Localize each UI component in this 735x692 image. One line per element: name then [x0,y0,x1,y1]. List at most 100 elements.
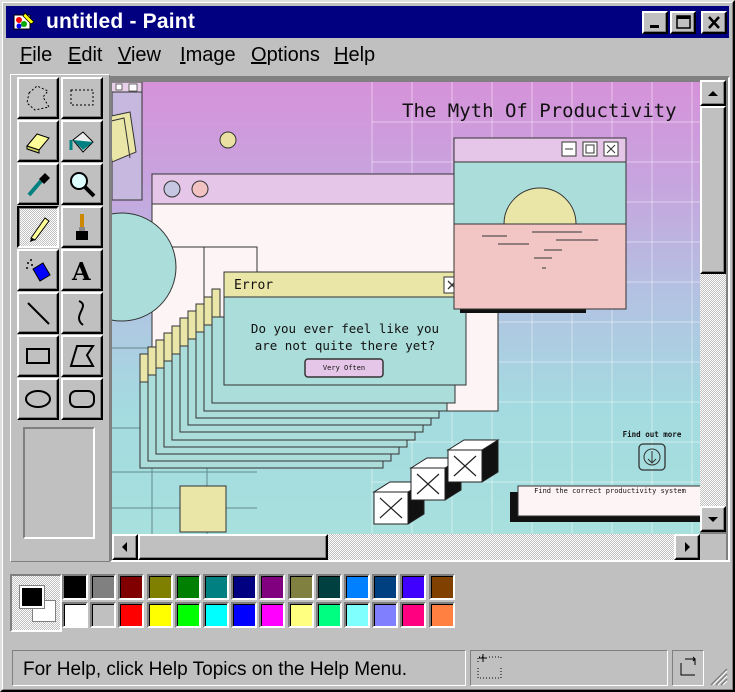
palette-swatch[interactable] [203,602,229,628]
palette-swatch[interactable] [372,602,399,628]
palette-swatch[interactable] [315,574,342,600]
palette-swatch[interactable] [344,602,370,628]
status-bar: For Help, click Help Topics on the Help … [8,646,730,688]
window-title: untitled - Paint [46,10,196,33]
text-tool[interactable]: A [61,249,103,291]
palette-swatch[interactable] [287,602,314,628]
find-out-more-label: Find out more [622,430,682,439]
polygon-tool[interactable] [61,335,103,377]
status-help-cell: For Help, click Help Topics on the Help … [12,650,466,686]
pick-color-tool[interactable] [17,163,59,205]
scroll-left-button[interactable] [112,534,138,560]
color-palette [8,568,730,636]
selection-size-icon [680,656,696,676]
palette-swatch[interactable] [62,574,88,600]
arrow-down-icon [708,517,718,522]
paint-bucket-icon [69,131,94,153]
curve-icon [78,300,84,326]
palette-swatch[interactable] [428,574,455,600]
rectangle-tool[interactable] [17,335,59,377]
current-colors-indicator[interactable] [10,574,62,632]
airbrush-icon [26,259,51,282]
fill-tool[interactable] [61,120,103,162]
error-dialog-message: Do you ever feel like you are not quite … [250,321,440,353]
palette-swatch[interactable] [231,602,258,628]
palette-swatch[interactable] [118,574,145,600]
horizontal-scroll-thumb[interactable] [138,534,328,560]
select-tool[interactable] [61,77,103,119]
scrollbar-corner [700,534,726,560]
palette-swatch[interactable] [428,602,455,628]
brush-icon [76,214,88,240]
palette-swatch[interactable] [174,602,201,628]
arrow-left-icon [122,542,127,552]
status-position-cell [470,650,668,686]
palette-swatch[interactable] [344,574,370,600]
paint-window: untitled - Paint File Edit View Image Op… [0,0,735,692]
eyedropper-icon [27,173,50,197]
eraser-icon [26,133,50,154]
palette-swatch[interactable] [259,602,286,628]
menu-image[interactable]: Image [180,44,236,67]
palette-swatch[interactable] [146,602,173,628]
svg-text:A: A [71,257,91,285]
cursor-position-icon [477,654,502,679]
pencil-icon [30,217,50,242]
palette-swatch[interactable] [118,602,145,628]
palette-swatch[interactable] [372,574,399,600]
maximize-icon [676,15,691,29]
palette-swatch[interactable] [315,602,342,628]
arrow-right-icon [685,542,690,552]
menu-edit[interactable]: Edit [68,44,102,67]
curve-tool[interactable] [61,292,103,334]
pencil-tool[interactable] [17,206,59,248]
brush-tool[interactable] [61,206,103,248]
palette-swatch[interactable] [146,574,173,600]
airbrush-tool[interactable] [17,249,59,291]
scroll-down-button[interactable] [700,506,726,532]
palette-swatch[interactable] [90,602,117,628]
palette-swatch[interactable] [400,574,427,600]
scroll-up-button[interactable] [700,80,726,106]
palette-swatch[interactable] [287,574,314,600]
text-icon: A [71,257,91,285]
palette-swatch[interactable] [259,574,286,600]
rectangle-icon [26,348,50,364]
close-icon [708,16,720,29]
error-dialog-button-label: Very Often [322,364,366,372]
minimize-button[interactable] [642,11,668,34]
menu-view[interactable]: View [118,44,161,67]
resize-grip-icon[interactable] [706,664,728,686]
minimize-icon [650,25,659,28]
drawing-canvas[interactable]: The Myth Of Productivity Error Do you ev… [112,82,700,536]
status-size-cell [672,650,704,686]
tool-options-panel[interactable] [23,427,95,539]
find-system-label: Find the correct productivity system [534,487,686,495]
title-bar[interactable]: untitled - Paint [6,6,729,38]
menu-bar: File Edit View Image Options Help [6,40,729,72]
maximize-button[interactable] [670,11,696,34]
ellipse-tool[interactable] [17,378,59,420]
palette-swatch[interactable] [90,574,117,600]
vertical-scrollbar[interactable] [700,80,726,532]
artwork-illustration [112,82,700,536]
vertical-scroll-thumb[interactable] [700,106,726,274]
menu-help[interactable]: Help [334,44,375,67]
palette-swatch[interactable] [174,574,201,600]
rounded-rectangle-icon [69,390,95,408]
palette-swatch[interactable] [62,602,88,628]
palette-swatch[interactable] [203,574,229,600]
menu-options[interactable]: Options [251,44,320,67]
palette-swatch[interactable] [231,574,258,600]
scroll-right-button[interactable] [674,534,700,560]
horizontal-scrollbar[interactable] [112,534,700,560]
palette-swatch[interactable] [400,602,427,628]
rounded-rectangle-tool[interactable] [61,378,103,420]
close-button[interactable] [701,11,727,34]
eraser-tool[interactable] [17,120,59,162]
menu-file[interactable]: File [20,44,52,67]
artwork-title: The Myth Of Productivity [402,100,677,122]
free-form-select-tool[interactable] [17,77,59,119]
line-tool[interactable] [17,292,59,334]
magnifier-tool[interactable] [61,163,103,205]
